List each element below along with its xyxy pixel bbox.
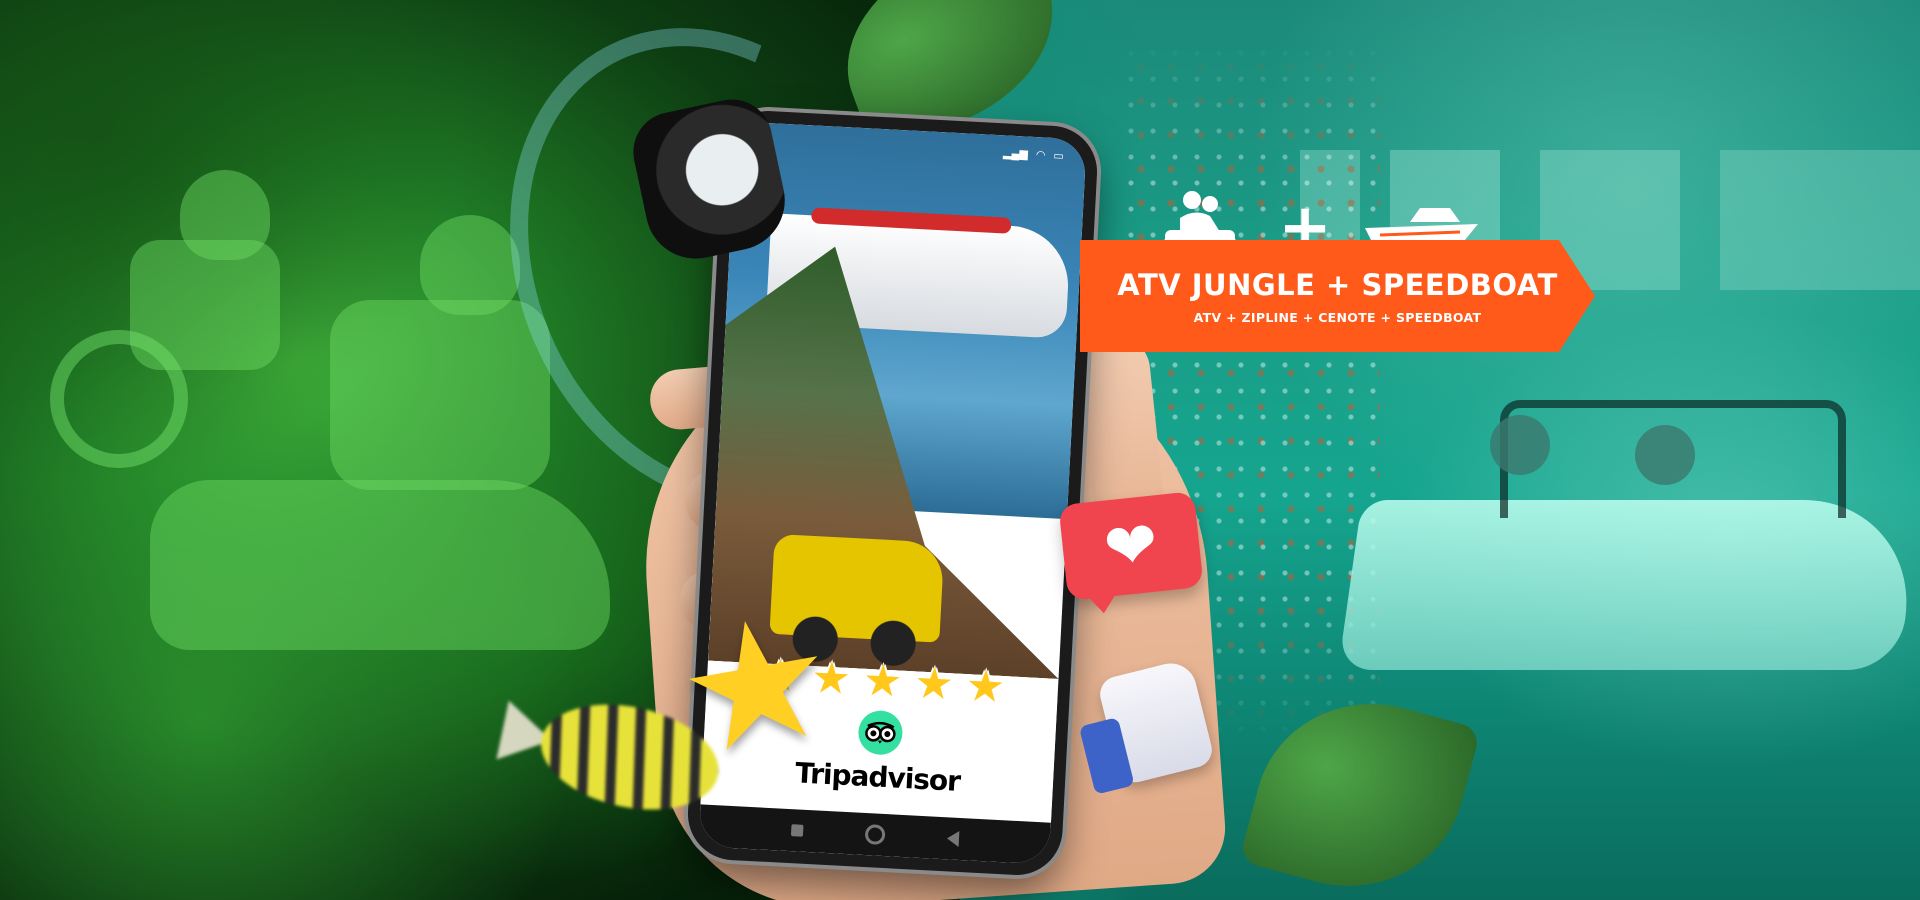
wifi-icon: ◠ — [1035, 148, 1046, 162]
home-icon[interactable] — [864, 824, 886, 846]
atv-silhouette — [150, 480, 610, 650]
rating-star-icon: ★ — [913, 658, 955, 710]
atv-wheel — [50, 330, 188, 468]
rating-star-icon: ★ — [964, 661, 1007, 713]
promo-title: ATV JUNGLE + SPEEDBOAT — [1117, 267, 1558, 302]
boat-passenger — [1490, 415, 1550, 475]
boat-passenger — [1635, 425, 1695, 485]
battery-icon: ▭ — [1053, 149, 1065, 162]
signal-icon: ▂▄▆ — [1002, 146, 1029, 161]
promo-subtitle: ATV + ZIPLINE + CENOTE + SPEEDBOAT — [1193, 309, 1482, 325]
heart-like-bubble: ❤ — [1058, 491, 1204, 601]
rider-silhouette — [330, 300, 550, 490]
recent-apps-icon[interactable] — [790, 824, 804, 837]
heart-icon: ❤ — [1100, 507, 1162, 585]
back-icon[interactable] — [946, 830, 959, 847]
speedboat-silhouette — [1338, 500, 1920, 670]
promo-banner[interactable]: ATV JUNGLE + SPEEDBOAT ATV + ZIPLINE + C… — [1080, 240, 1595, 352]
tripadvisor-owl-icon — [856, 709, 904, 756]
rating-star-icon: ★ — [861, 655, 904, 707]
hero-banner: ▂▄▆ ◠ ▭ ★ ★ ★ ★ ★ Tripadvisor ★ ❤ + ATV … — [0, 0, 1920, 900]
